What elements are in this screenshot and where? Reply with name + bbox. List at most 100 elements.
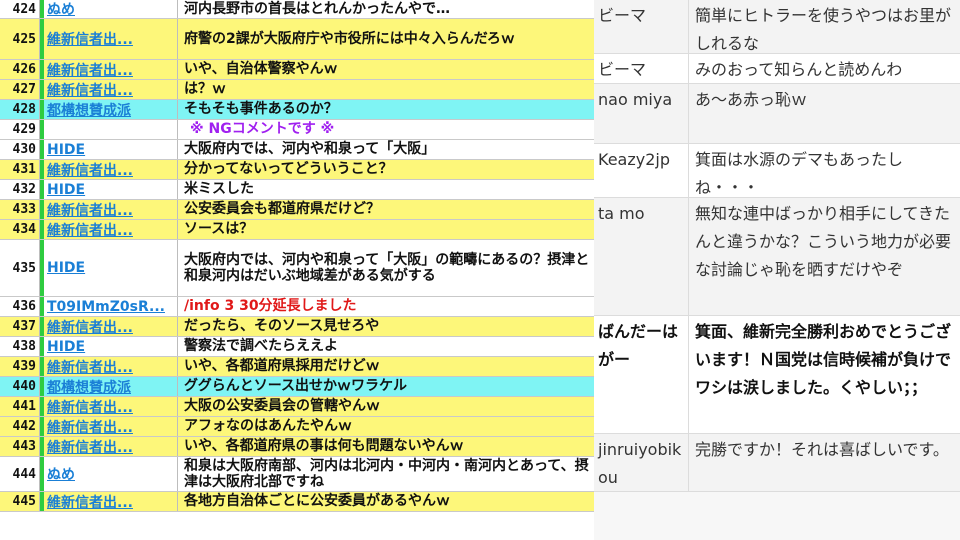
chat-user-name: Keazy2jp bbox=[594, 144, 689, 197]
comment-number: 445 bbox=[0, 492, 40, 511]
comment-text: 大阪の公安委員会の管轄やんｗ bbox=[184, 398, 380, 415]
comment-number: 426 bbox=[0, 60, 40, 79]
commenter-name-link[interactable]: 維新信者出... bbox=[44, 357, 178, 376]
comment-text: アフォなのはあんたやんｗ bbox=[184, 418, 352, 435]
comment-text: 府警の2課が大阪府庁や市役所には中々入らんだろｗ bbox=[184, 30, 515, 47]
chat-message: 簡単にヒトラーを使うやつはお里がしれるな bbox=[695, 6, 952, 53]
comment-number: 440 bbox=[0, 377, 40, 396]
table-row: 438 HIDE 警察法で調べたらええよ bbox=[0, 337, 594, 357]
commenter-name-link[interactable]: 維新信者出... bbox=[44, 19, 178, 59]
comment-number: 438 bbox=[0, 337, 40, 356]
comment-number: 442 bbox=[0, 417, 40, 436]
comment-number: 433 bbox=[0, 200, 40, 219]
comment-text: いや、各都道府県の事は何も問題ないやんｗ bbox=[184, 438, 464, 455]
chat-message: 完勝ですか！それは喜ばしいです。 bbox=[695, 440, 949, 459]
commenter-name-link[interactable]: 維新信者出... bbox=[44, 437, 178, 456]
comment-text: 米ミスした bbox=[184, 181, 254, 198]
comment-number: 425 bbox=[0, 19, 40, 59]
table-row: 428 都構想賛成派 そもそも事件あるのか？ bbox=[0, 100, 594, 120]
commenter-name-link[interactable]: ぬめ bbox=[44, 0, 178, 18]
comment-number: 441 bbox=[0, 397, 40, 416]
comment-text: だったら、そのソース見せろや bbox=[184, 318, 380, 335]
comment-number: 434 bbox=[0, 220, 40, 239]
comment-number: 437 bbox=[0, 317, 40, 336]
commenter-name-link[interactable]: T09IMmZ0sR... bbox=[44, 297, 178, 316]
chat-message: みのおって知らんと読めんわ bbox=[695, 60, 903, 79]
commenter-name-link[interactable]: HIDE bbox=[44, 337, 178, 356]
commenter-name-link bbox=[44, 120, 178, 139]
table-row: 441 維新信者出... 大阪の公安委員会の管轄やんｗ bbox=[0, 397, 594, 417]
comment-number: 429 bbox=[0, 120, 40, 139]
comment-text: 大阪府内では、河内や和泉って「大阪」の範疇にあるの？摂津と和泉河内はだいぶ地域差… bbox=[184, 251, 590, 285]
table-row: 425 維新信者出... 府警の2課が大阪府庁や市役所には中々入らんだろｗ bbox=[0, 19, 594, 60]
table-row: 440 都構想賛成派 ググらんとソース出せかｗワラケル bbox=[0, 377, 594, 397]
comment-text: ソースは？ bbox=[184, 221, 254, 238]
table-row: 426 維新信者出... いや、自治体警察やんｗ bbox=[0, 60, 594, 80]
table-row: 442 維新信者出... アフォなのはあんたやんｗ bbox=[0, 417, 594, 437]
commenter-name-link[interactable]: 維新信者出... bbox=[44, 80, 178, 99]
table-row: 434 維新信者出... ソースは？ bbox=[0, 220, 594, 240]
table-row: 435 HIDE 大阪府内では、河内や和泉って「大阪」の範疇にあるの？摂津と和泉河内… bbox=[0, 240, 594, 297]
comment-number: 427 bbox=[0, 80, 40, 99]
chat-user-name: jinruiyobikou bbox=[594, 434, 689, 491]
chat-message: 箕面、維新完全勝利おめでとうございます！Ｎ国党は信時候補が負けでワシは涙しました… bbox=[695, 322, 952, 397]
table-row: 445 維新信者出... 各地方自治体ごとに公安委員があるやんｗ bbox=[0, 492, 594, 512]
commenter-name-link[interactable]: 維新信者出... bbox=[44, 60, 178, 79]
commenter-name-link[interactable]: ぬめ bbox=[44, 457, 178, 491]
comment-text: 分かってないってどういうこと？ bbox=[184, 161, 393, 178]
commenter-name-link[interactable]: 維新信者出... bbox=[44, 492, 178, 511]
comment-number: 430 bbox=[0, 140, 40, 159]
comment-number: 435 bbox=[0, 240, 40, 296]
commenter-name-link[interactable]: 維新信者出... bbox=[44, 317, 178, 336]
comment-number: 432 bbox=[0, 180, 40, 199]
comment-number: 443 bbox=[0, 437, 40, 456]
chat-row: ta mo 無知な連中ばっかり相手にしてきたんと違うかな？こういう地力が必要な討論… bbox=[594, 198, 960, 316]
comment-text: 大阪府内では、河内や和泉って「大阪」 bbox=[184, 141, 436, 158]
table-row: 439 維新信者出... いや、各都道府県採用だけどｗ bbox=[0, 357, 594, 377]
commenter-name-link[interactable]: HIDE bbox=[44, 240, 178, 296]
chat-row: ビーマ 簡単にヒトラーを使うやつはお里がしれるな bbox=[594, 0, 960, 54]
comment-text: そもそも事件あるのか？ bbox=[184, 101, 338, 118]
chat-row: ばんだーはがー 箕面、維新完全勝利おめでとうございます！Ｎ国党は信時候補が負けでワ… bbox=[594, 316, 960, 434]
chat-user-name: ビーマ bbox=[594, 54, 689, 83]
commenter-name-link[interactable]: HIDE bbox=[44, 180, 178, 199]
comment-text: 公安委員会も都道府県だけど？ bbox=[184, 201, 380, 218]
chat-row: jinruiyobikou 完勝ですか！それは喜ばしいです。 bbox=[594, 434, 960, 492]
table-row: 429 ※ NGコメントです ※ bbox=[0, 120, 594, 140]
comment-text: 警察法で調べたらええよ bbox=[184, 338, 338, 355]
commenter-name-link[interactable]: HIDE bbox=[44, 140, 178, 159]
chat-row: Keazy2jp 箕面は水源のデマもあったしね・・・ bbox=[594, 144, 960, 198]
commenter-name-link[interactable]: 都構想賛成派 bbox=[44, 377, 178, 396]
table-row: 444 ぬめ 和泉は大阪府南部、河内は北河内・中河内・南河内とあって、摂津は大阪府北… bbox=[0, 457, 594, 492]
commenter-name-link[interactable]: 都構想賛成派 bbox=[44, 100, 178, 119]
comment-text: 河内長野市の首長はとれんかったんやで… bbox=[184, 0, 450, 17]
table-row: 443 維新信者出... いや、各都道府県の事は何も問題ないやんｗ bbox=[0, 437, 594, 457]
table-row: 432 HIDE 米ミスした bbox=[0, 180, 594, 200]
chat-message: 箕面は水源のデマもあったしね・・・ bbox=[695, 150, 904, 197]
commenter-name-link[interactable]: 維新信者出... bbox=[44, 200, 178, 219]
chat-row: nao miya あ～あ赤っ恥ｗ bbox=[594, 84, 960, 144]
table-row: 437 維新信者出... だったら、そのソース見せろや bbox=[0, 317, 594, 337]
chat-message: 無知な連中ばっかり相手にしてきたんと違うかな？こういう地力が必要な討論じゃ恥を晒… bbox=[695, 204, 952, 279]
commenter-name-link[interactable]: 維新信者出... bbox=[44, 417, 178, 436]
comment-text: ググらんとソース出せかｗワラケル bbox=[184, 378, 408, 395]
comment-number: 444 bbox=[0, 457, 40, 491]
comment-number: 439 bbox=[0, 357, 40, 376]
chat-panel: ビーマ 簡単にヒトラーを使うやつはお里がしれるな ビーマ みのおって知らんと読めんわ n… bbox=[594, 0, 960, 540]
table-row: 433 維新信者出... 公安委員会も都道府県だけど？ bbox=[0, 200, 594, 220]
commenter-name-link[interactable]: 維新信者出... bbox=[44, 220, 178, 239]
comment-text: 各地方自治体ごとに公安委員があるやんｗ bbox=[184, 493, 450, 510]
chat-message: あ～あ赤っ恥ｗ bbox=[695, 90, 808, 109]
chat-row: ビーマ みのおって知らんと読めんわ bbox=[594, 54, 960, 84]
table-row: 427 維新信者出... は？ｗ bbox=[0, 80, 594, 100]
comment-number: 428 bbox=[0, 100, 40, 119]
chat-user-name: ta mo bbox=[594, 198, 689, 315]
comment-number: 436 bbox=[0, 297, 40, 316]
chat-user-name: nao miya bbox=[594, 84, 689, 143]
commenter-name-link[interactable]: 維新信者出... bbox=[44, 397, 178, 416]
table-row: 430 HIDE 大阪府内では、河内や和泉って「大阪」 bbox=[0, 140, 594, 160]
commenter-name-link[interactable]: 維新信者出... bbox=[44, 160, 178, 179]
table-row: 431 維新信者出... 分かってないってどういうこと？ bbox=[0, 160, 594, 180]
comment-text: いや、自治体警察やんｗ bbox=[184, 61, 338, 78]
table-row: 436 T09IMmZ0sR... /info 3 30分延長しました bbox=[0, 297, 594, 317]
